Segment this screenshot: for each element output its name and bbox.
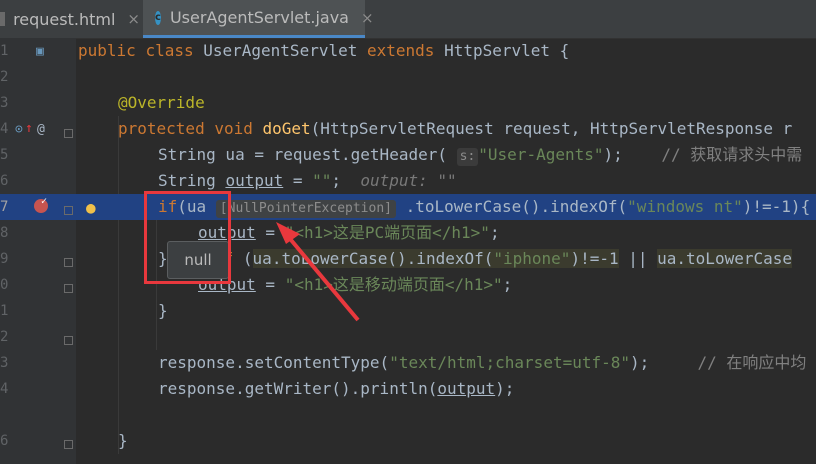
- arrow-shaft: [284, 232, 360, 322]
- arrow-head: [276, 222, 300, 244]
- annotation-arrow: [276, 222, 360, 322]
